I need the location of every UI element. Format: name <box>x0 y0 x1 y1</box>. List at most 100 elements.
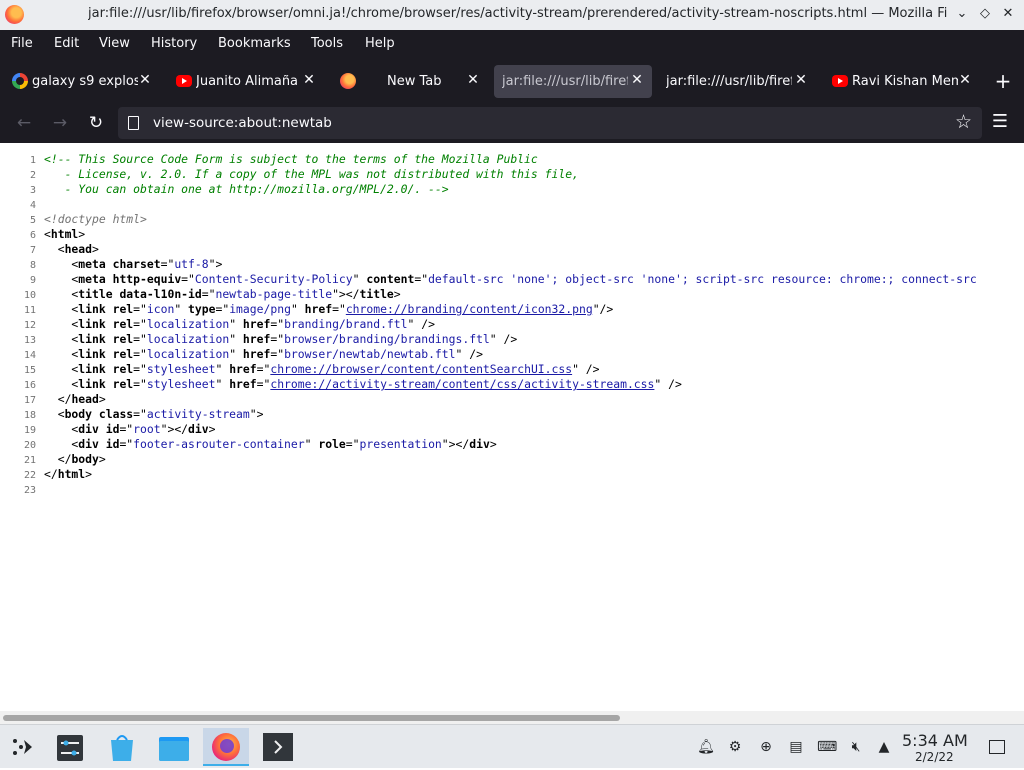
source-token: html <box>57 467 86 481</box>
source-token: href <box>242 332 271 346</box>
clock-time[interactable]: 5:34 AM <box>902 731 968 750</box>
file-manager-icon[interactable] <box>151 728 197 766</box>
line-number: 2 <box>29 170 36 181</box>
close-icon[interactable]: ✕ <box>464 71 482 89</box>
source-token <box>106 362 113 376</box>
tab-galaxy-s9[interactable]: galaxy s9 explosi ✕ <box>2 65 160 98</box>
close-icon[interactable]: ✕ <box>136 71 154 89</box>
forward-icon[interactable]: → <box>48 111 72 135</box>
source-token: type <box>188 302 216 316</box>
source-link[interactable]: chrome://activity-stream/content/css/act… <box>270 377 654 391</box>
clipboard-icon[interactable]: ▤ <box>787 738 805 756</box>
horizontal-scrollbar[interactable] <box>0 711 1024 724</box>
source-token: > <box>98 392 106 406</box>
line-number: 12 <box>23 320 36 331</box>
menu-history[interactable]: History <box>151 36 197 51</box>
source-token: < <box>44 242 65 256</box>
tab-new-tab[interactable]: New Tab ✕ <box>330 65 488 98</box>
source-link[interactable]: chrome://browser/content/contentSearchUI… <box>270 362 572 376</box>
close-icon[interactable]: ✕ <box>956 71 974 89</box>
source-token: link <box>78 377 106 391</box>
scrollbar-thumb[interactable] <box>3 715 620 721</box>
close-icon[interactable]: ✕ <box>792 71 810 89</box>
tab-source-active[interactable]: jar:file:///usr/lib/firef ✕ <box>494 65 652 98</box>
source-token: browser/newtab/newtab.ftl <box>284 347 456 361</box>
source-token: =" <box>133 302 147 316</box>
source-token: " /> <box>572 362 600 376</box>
line-number: 17 <box>23 395 36 406</box>
source-token: body <box>71 452 99 466</box>
close-icon[interactable]: ✕ <box>628 71 646 89</box>
source-token: " /> <box>455 347 483 361</box>
notifications-icon[interactable]: 🔔︎ <box>697 738 715 756</box>
browser-chrome: File Edit View History Bookmarks Tools H… <box>0 30 1024 143</box>
tab-label: galaxy s9 explosi <box>32 74 138 89</box>
application-launcher-icon[interactable] <box>0 728 46 766</box>
source-line: 17 </head> <box>0 392 1024 407</box>
menu-edit[interactable]: Edit <box>54 36 79 51</box>
source-line: 18 <body class="activity-stream"> <box>0 407 1024 422</box>
bookmark-star-icon[interactable]: ☆ <box>955 111 972 133</box>
source-token: " <box>229 347 243 361</box>
line-number: 11 <box>23 305 36 316</box>
volume-muted-icon[interactable]: 🔇︎ <box>847 738 865 756</box>
discover-icon[interactable] <box>99 728 145 766</box>
source-token: id <box>105 437 120 451</box>
menu-tools[interactable]: Tools <box>311 36 343 51</box>
source-token: =" <box>119 437 134 451</box>
source-token: " <box>304 437 319 451</box>
menu-view[interactable]: View <box>99 36 130 51</box>
new-tab-button[interactable]: + <box>992 71 1014 93</box>
source-token: footer-asrouter-container <box>133 437 305 451</box>
tab-ravi-kishan[interactable]: Ravi Kishan Mem ✕ <box>822 65 980 98</box>
tab-source-2[interactable]: jar:file:///usr/lib/firef ✕ <box>658 65 816 98</box>
line-number: 5 <box>29 215 36 226</box>
clock-date[interactable]: 2/2/22 <box>915 750 954 764</box>
source-token: < <box>44 302 79 316</box>
url-text[interactable]: view-source:about:newtab <box>153 115 332 131</box>
update-icon[interactable]: ⊕ <box>757 738 775 756</box>
source-line: 5 <!doctype html> <box>0 212 1024 227</box>
source-token: =" <box>160 257 175 271</box>
source-token: localization <box>146 347 230 361</box>
menu-file[interactable]: File <box>11 36 33 51</box>
close-icon[interactable]: ✕ <box>999 5 1017 23</box>
settings-icon[interactable] <box>47 728 93 766</box>
source-token: http-equiv <box>112 272 182 286</box>
source-token: meta <box>78 257 106 271</box>
firefox-icon[interactable] <box>203 728 249 766</box>
reload-icon[interactable]: ↻ <box>84 111 108 135</box>
line-number: 15 <box>23 365 36 376</box>
kde-connect-icon[interactable]: ⚙︎ <box>726 738 744 756</box>
diamond-icon[interactable]: ◇ <box>976 5 994 23</box>
line-number: 9 <box>29 275 36 286</box>
source-token: > <box>208 422 216 436</box>
source-line: 8 <meta charset="utf-8"> <box>0 257 1024 272</box>
source-token: localization <box>146 332 230 346</box>
back-icon[interactable]: ← <box>12 111 36 135</box>
source-token: presentation <box>359 437 442 451</box>
source-token: =" <box>332 302 346 316</box>
chevron-down-icon[interactable]: ⌄ <box>953 5 971 23</box>
source-token: " <box>290 302 305 316</box>
source-line: 16 <link rel="stylesheet" href="chrome:/… <box>0 377 1024 392</box>
terminal-icon[interactable] <box>255 728 301 766</box>
menu-bookmarks[interactable]: Bookmarks <box>218 36 291 51</box>
menu-help[interactable]: Help <box>365 36 395 51</box>
keyboard-icon[interactable]: ⌨ <box>817 738 837 756</box>
source-token <box>106 317 113 331</box>
source-token: rel <box>112 347 134 361</box>
url-bar[interactable]: view-source:about:newtab ☆ <box>118 107 982 139</box>
page-icon <box>128 116 139 130</box>
source-line: 22 </html> <box>0 467 1024 482</box>
source-token: "> <box>208 257 223 271</box>
close-icon[interactable]: ✕ <box>300 71 318 89</box>
source-link[interactable]: chrome://branding/content/icon32.png <box>346 302 593 316</box>
tray-expand-icon[interactable]: ▲ <box>875 738 893 756</box>
hamburger-menu-icon[interactable]: ☰ <box>990 112 1010 132</box>
youtube-icon <box>176 75 192 87</box>
tab-juanito[interactable]: Juanito Alimaña - ✕ <box>166 65 324 98</box>
show-desktop-icon[interactable] <box>989 740 1005 754</box>
source-token: =" <box>133 332 147 346</box>
line-number: 3 <box>29 185 36 196</box>
